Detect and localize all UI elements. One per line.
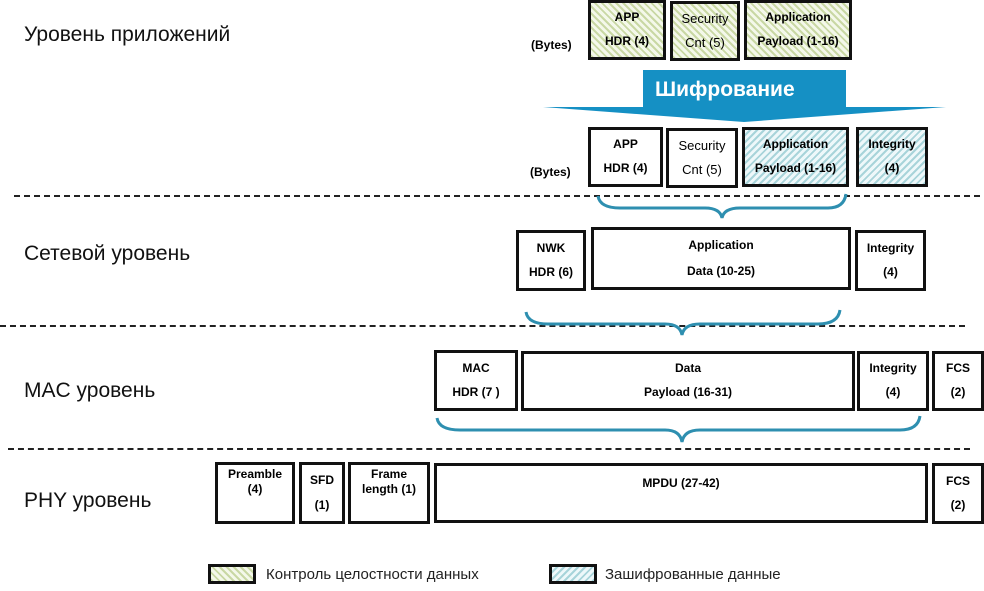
field-size: HDR (4): [603, 161, 648, 176]
phy-mpdu-field: MPDU (27-42): [434, 463, 928, 523]
phy-preamble-field: Preamble (4): [215, 462, 295, 524]
field-size: Data (10-25): [686, 263, 756, 278]
nwk-integrity-field: Integrity (4): [855, 230, 926, 291]
field-name: NWK: [536, 240, 566, 255]
field-size: (1): [314, 497, 330, 512]
field-size: (4): [247, 482, 263, 497]
nwk-hdr-field: NWK HDR (6): [516, 230, 586, 291]
field-name: FCS: [946, 361, 970, 376]
field-name: Application: [765, 10, 831, 25]
mac-integrity-field: Integrity (4): [857, 351, 929, 411]
field-size: (4): [883, 265, 898, 280]
field-name: Integrity: [866, 240, 915, 255]
field-size: length (1): [362, 482, 416, 497]
field-size: Payload (1-16): [754, 161, 837, 176]
field-size: (2): [950, 385, 966, 400]
legend-swatch-encrypted: [549, 564, 597, 584]
field-name: FCS: [946, 473, 970, 488]
field-name: Preamble: [227, 467, 283, 481]
app-hdr-field-encrypted: APP HDR (4): [588, 127, 663, 187]
field-size: Payload (1-16): [757, 34, 839, 49]
field-size: Payload (16-31): [643, 385, 733, 400]
field-size: (4): [885, 385, 901, 400]
bytes-label-top: (Bytes): [531, 38, 572, 52]
field-size: Cnt (5): [682, 161, 722, 177]
legend-label-encrypted: Зашифрованные данные: [605, 566, 781, 583]
integrity-field-encrypted: Integrity (4): [856, 127, 928, 187]
encryption-label: Шифрование: [655, 78, 795, 101]
field-name: Application: [688, 238, 754, 253]
legend-label-integrity: Контроль целостности данных: [266, 566, 479, 583]
security-cnt-field: Security Cnt (5): [670, 1, 740, 61]
field-name: SFD: [310, 472, 334, 487]
field-name: Integrity: [869, 361, 917, 376]
brace-mac-to-phy: [435, 415, 922, 443]
brace-nwk-to-mac: [524, 309, 842, 336]
field-name: Integrity: [868, 137, 916, 152]
field-size: HDR (7 ): [452, 385, 500, 400]
legend-swatch-integrity: [208, 564, 256, 584]
field-size: HDR (6): [529, 265, 573, 280]
field-size: (4): [884, 161, 900, 176]
app-payload-field-encrypted: Application Payload (1-16): [742, 127, 849, 187]
field-size: Cnt (5): [685, 34, 725, 50]
app-hdr-field: APP HDR (4): [588, 0, 666, 60]
phy-frame-length-field: Frame length (1): [348, 462, 430, 524]
field-name: MPDU (27-42): [642, 476, 720, 490]
field-name: Frame: [370, 467, 408, 481]
field-name: Application: [762, 137, 829, 152]
field-name: Data: [674, 361, 701, 376]
app-payload-field: Application Payload (1-16): [744, 0, 852, 60]
mac-data-payload-field: Data Payload (16-31): [521, 351, 855, 411]
field-name: APP: [614, 10, 640, 25]
nwk-app-data-field: Application Data (10-25): [591, 227, 851, 290]
field-size: (2): [950, 498, 966, 513]
field-size: HDR (4): [605, 34, 649, 49]
bytes-label-bottom: (Bytes): [530, 165, 571, 179]
mac-fcs-field: FCS (2): [932, 351, 984, 411]
field-name: Security: [681, 10, 729, 26]
phy-sfd-field: SFD (1): [299, 462, 345, 524]
security-cnt-field-encrypted: Security Cnt (5): [666, 128, 738, 188]
field-name: MAC: [462, 360, 490, 375]
mac-hdr-field: MAC HDR (7 ): [434, 350, 518, 411]
phy-fcs-field: FCS (2): [932, 463, 984, 524]
brace-app-to-nwk: [596, 193, 848, 219]
field-name: Security: [678, 137, 726, 153]
field-name: APP: [613, 137, 638, 152]
